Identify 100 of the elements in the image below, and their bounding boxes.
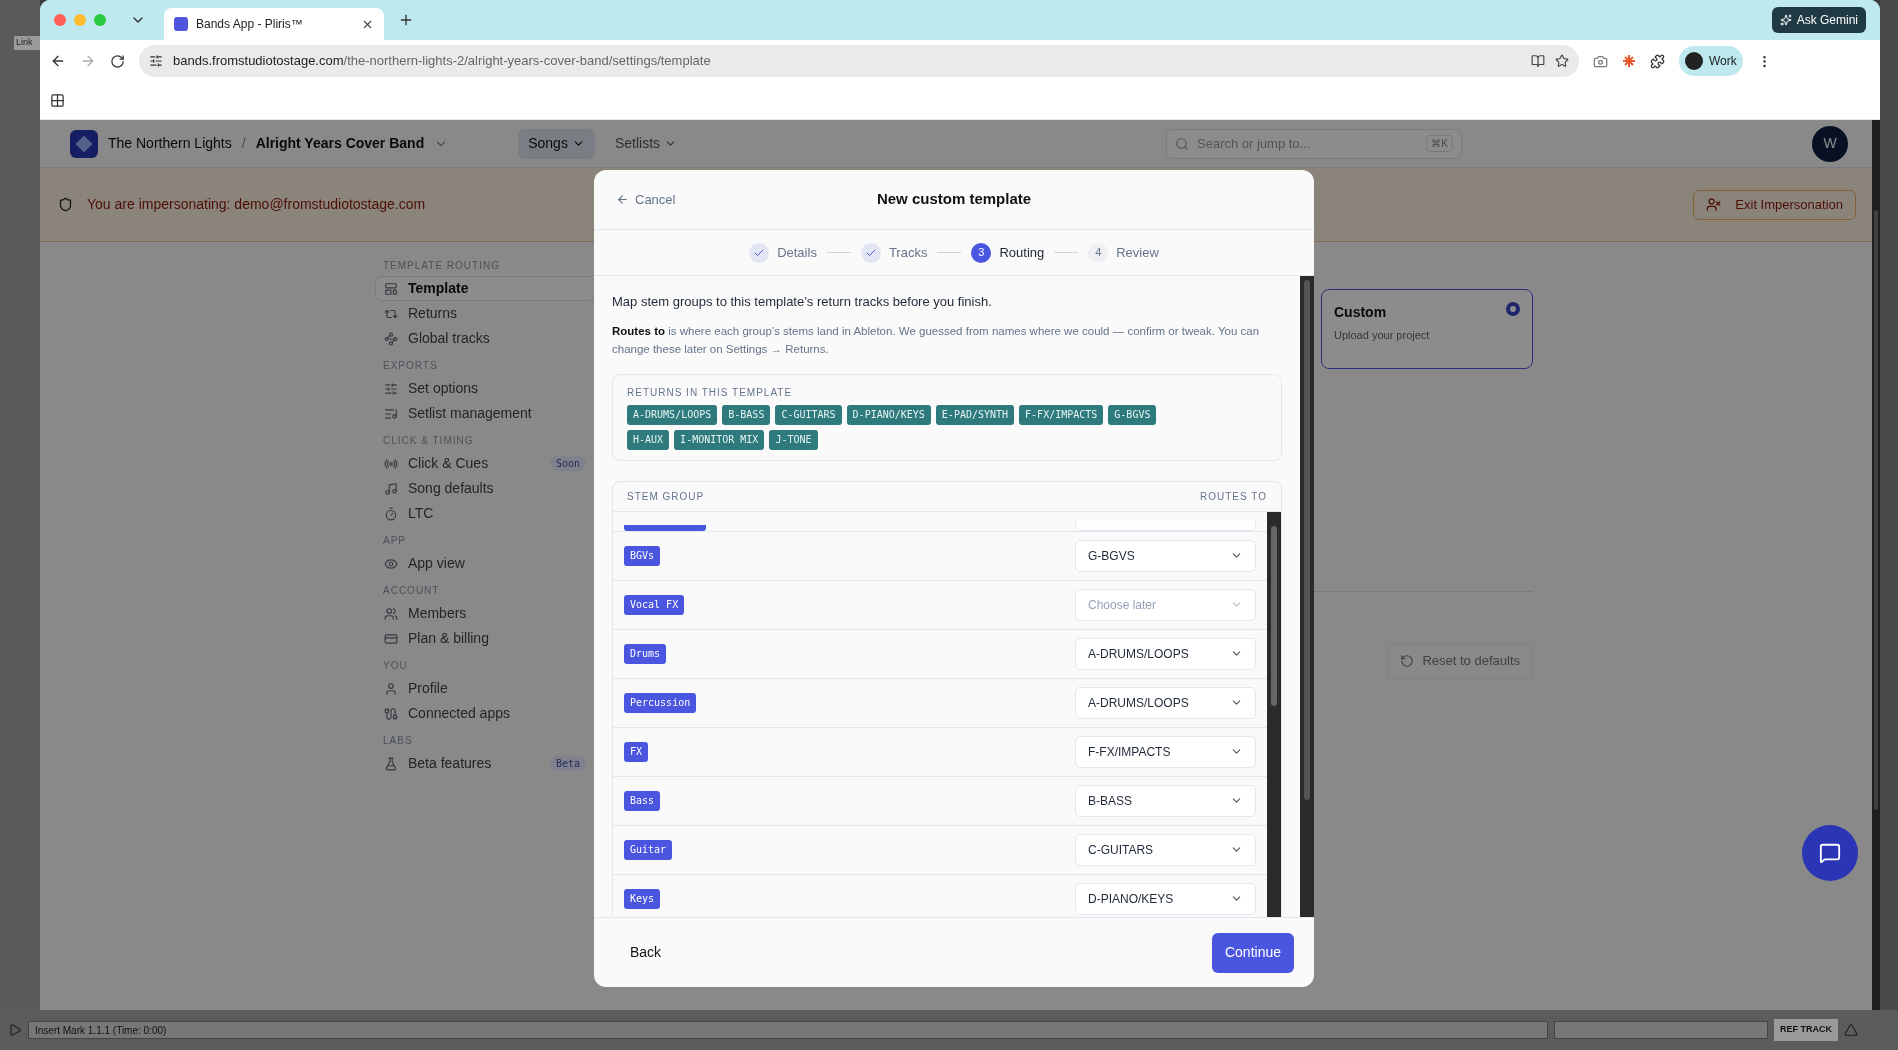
site-favicon-icon — [174, 17, 188, 31]
eye-icon — [384, 556, 398, 571]
feature-badge: Beta — [549, 756, 586, 771]
reload-icon[interactable] — [110, 53, 125, 69]
reset-defaults-button[interactable]: Reset to defaults — [1387, 643, 1533, 679]
sidebar-heading: YOU — [382, 659, 409, 673]
return-tag: J-TONE — [769, 429, 818, 450]
cable-icon — [384, 706, 398, 721]
stem-group-tag: BGVs — [624, 545, 661, 566]
sunburst-icon[interactable] — [1622, 54, 1636, 68]
breadcrumb-separator: / — [241, 134, 246, 153]
stem-group-tag: FX — [624, 741, 649, 762]
org-link[interactable]: The Northern Lights — [108, 133, 232, 154]
exit-impersonation-button[interactable]: Exit Impersonation — [1693, 189, 1856, 220]
cancel-button[interactable]: Cancel — [616, 189, 676, 210]
ask-gemini-button[interactable]: Ask Gemini — [1771, 7, 1866, 33]
reset-icon — [1400, 654, 1415, 668]
stem-group-tag: Percussion — [624, 692, 697, 713]
status-bar: Insert Mark 1.1.1 (Time: 0:00) — [28, 1021, 1548, 1039]
sidebar-item[interactable]: LTC — [375, 501, 595, 526]
back-icon[interactable] — [50, 53, 66, 69]
route-select[interactable]: G-BGVS — [1075, 539, 1256, 572]
return-tag: I-MONITOR MIX — [674, 429, 765, 450]
reader-icon[interactable] — [1531, 54, 1545, 68]
play-icon[interactable] — [8, 1023, 22, 1037]
sidebar-item[interactable]: Global tracks — [375, 326, 595, 351]
list-scrollbar[interactable] — [1267, 511, 1281, 917]
profile-button[interactable]: Work — [1679, 46, 1743, 76]
route-select[interactable]: B-BASS — [1075, 784, 1256, 817]
sidebar-heading: CLICK & TIMING — [382, 434, 475, 448]
column-header: ROUTES TO — [1200, 489, 1267, 504]
stem-group-tag: Keys — [624, 888, 661, 909]
route-select[interactable]: A-DRUMS/LOOPS — [1075, 637, 1256, 670]
sidebar-item[interactable]: App view — [375, 551, 595, 576]
route-select[interactable]: A-DRUMS/LOOPS — [1075, 686, 1256, 719]
sidebar-item[interactable]: Plan & billing — [375, 626, 595, 651]
back-button[interactable]: Back — [630, 942, 662, 963]
sidebar-heading: EXPORTS — [382, 359, 439, 373]
route-select[interactable]: F-FX/IMPACTS — [1075, 735, 1256, 768]
route-select[interactable]: C-GUITARS — [1075, 833, 1256, 866]
continue-button[interactable]: Continue — [1211, 932, 1294, 973]
bookmark-star-icon[interactable] — [1555, 54, 1569, 68]
triangle-icon[interactable] — [1844, 1023, 1858, 1037]
sidebar-item[interactable]: Connected apps — [375, 701, 595, 726]
camera-icon[interactable] — [1593, 53, 1608, 69]
stem-group-tag: Bass — [624, 790, 661, 811]
new-tab-icon[interactable] — [398, 12, 414, 28]
sidebar-item[interactable]: Profile — [375, 676, 595, 701]
step-number: 3 — [971, 242, 992, 263]
impersonation-message: You are impersonating: demo@fromstudiotostage.com — [87, 195, 426, 214]
template-option-card[interactable]: Custom Upload your project — [1321, 289, 1533, 369]
sidebar-heading: LABS — [382, 734, 414, 748]
route-select[interactable]: Choose later — [1075, 588, 1256, 621]
sidebar-item[interactable]: Song defaults — [375, 476, 595, 501]
sidebar-item[interactable]: Beta features Beta — [375, 751, 595, 776]
shield-icon — [58, 197, 73, 212]
step-label: Review — [1116, 243, 1159, 262]
search-icon — [1175, 136, 1189, 151]
nav-tab[interactable]: Setlists — [604, 128, 688, 159]
sidebar-item[interactable]: Set options — [375, 376, 595, 401]
return-tag: D-PIANO/KEYS — [846, 404, 931, 425]
user-avatar[interactable]: W — [1812, 125, 1848, 162]
step-label: Routing — [999, 243, 1045, 262]
address-bar[interactable]: bands.fromstudiotostage.com/the-northern-lights-2/alright-years-cover-band/settings/template — [139, 45, 1579, 77]
extensions-icon[interactable] — [1650, 53, 1665, 69]
music-note-icon — [384, 481, 398, 496]
sidebar-heading: ACCOUNT — [382, 584, 441, 598]
return-tag: F-FX/IMPACTS — [1019, 404, 1104, 425]
chat-button[interactable] — [1802, 825, 1858, 881]
return-tag: C-GUITARS — [775, 404, 842, 425]
sparkle-icon — [1779, 14, 1792, 26]
side-label: Link — [14, 36, 40, 50]
card-title: Custom — [1334, 303, 1388, 322]
ref-track-button[interactable]: REF TRACK — [1774, 1019, 1838, 1041]
sidebar-item[interactable]: Returns — [375, 301, 595, 326]
return-tag: G-BGVS — [1108, 404, 1157, 425]
sidebar-item[interactable]: Click & Cues Soon — [375, 451, 595, 476]
route-select[interactable]: D-PIANO/KEYS — [1075, 882, 1256, 915]
sidebar-item[interactable]: Members — [375, 601, 595, 626]
return-tag: E-PAD/SYNTH — [935, 404, 1015, 425]
shortcut-key: ⌘K — [1426, 135, 1453, 152]
modal-scrollbar[interactable] — [1300, 276, 1314, 917]
apps-grid-icon[interactable] — [50, 93, 65, 108]
sidebar-heading: APP — [382, 534, 407, 548]
sidebar-item[interactable]: Template — [375, 276, 595, 301]
step-number: 4 — [1088, 242, 1109, 263]
music-list-icon — [384, 406, 398, 421]
nav-tab[interactable]: Songs — [518, 128, 595, 159]
card-icon — [384, 631, 398, 646]
search-field[interactable]: Search or jump to... ⌘K — [1166, 128, 1462, 159]
card-subtitle: Upload your project — [1334, 328, 1431, 343]
site-settings-icon[interactable] — [149, 54, 163, 68]
page-scrollbar[interactable] — [1872, 120, 1880, 1010]
close-window-icon[interactable] — [54, 14, 66, 26]
return-tag: A-DRUMS/LOOPS — [627, 404, 718, 425]
sidebar-item[interactable]: Setlist management — [375, 401, 595, 426]
browser-tab[interactable]: Bands App - Pliris™ — [164, 8, 384, 40]
radio-indicator — [1506, 302, 1520, 316]
band-switcher[interactable]: Alright Years Cover Band — [255, 133, 425, 154]
flask-icon — [384, 756, 398, 771]
